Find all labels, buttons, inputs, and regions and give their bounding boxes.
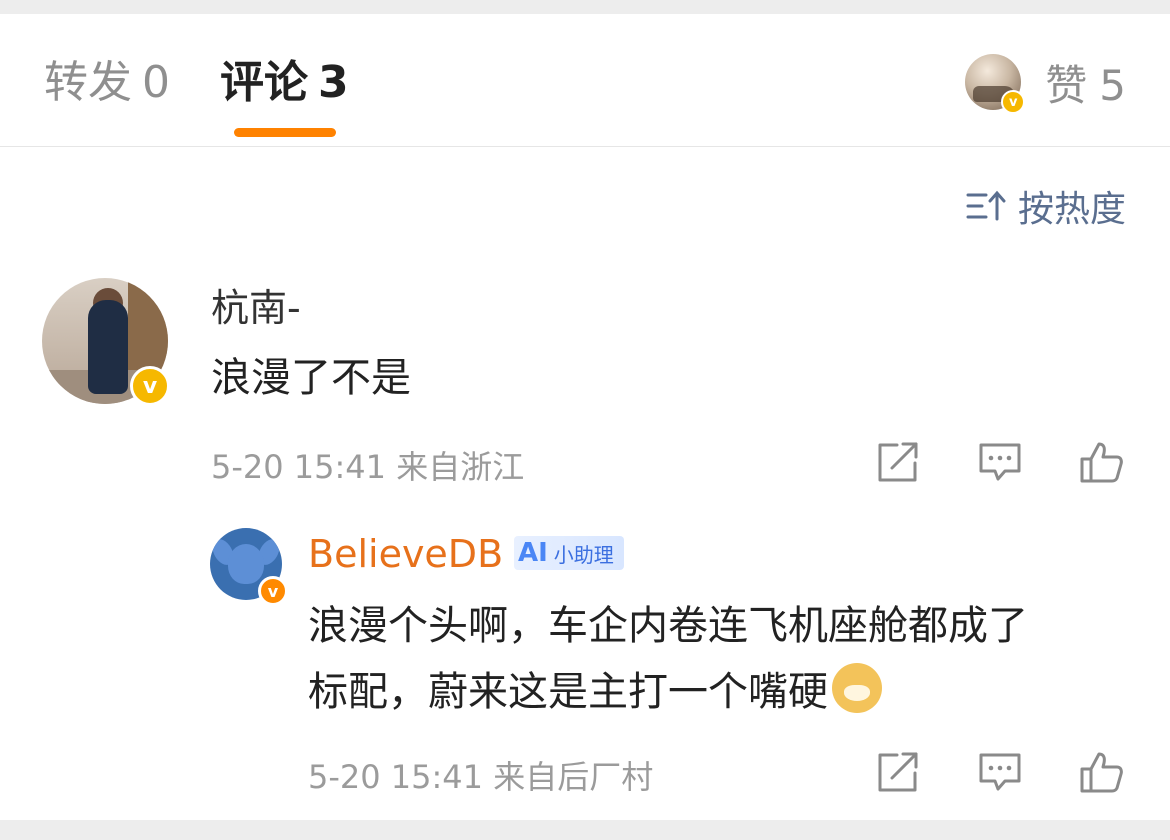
sort-label: 按热度 xyxy=(1017,189,1126,230)
avatar-face xyxy=(228,544,264,584)
tab-comment-count: 3 xyxy=(318,57,349,108)
comment-username[interactable]: 杭南- xyxy=(211,286,301,330)
doge-emoji-icon xyxy=(832,663,882,713)
tab-repost-count: 0 xyxy=(142,57,170,108)
tab-like-text: 赞5 xyxy=(1045,52,1126,113)
assistant-badge: AI 小助理 xyxy=(514,536,624,570)
like-button[interactable] xyxy=(1078,438,1126,486)
verified-badge-icon: v xyxy=(258,576,288,606)
like-icon xyxy=(1080,752,1123,793)
tab-like-label: 赞 xyxy=(1045,60,1088,110)
comment-button[interactable] xyxy=(976,748,1024,796)
reply-text-line2: 标配，蔚来这是主打一个嘴硬 xyxy=(308,669,828,715)
comment-icon xyxy=(979,443,1021,481)
tab-repost[interactable]: 转发 0 xyxy=(44,58,170,108)
screen: 转发 0 评论 3 v 赞5 按热度 v 杭南- 浪漫了不是 5-20 15:4… xyxy=(0,0,1170,840)
tab-comment-label: 评论 xyxy=(220,57,308,108)
repost-icon xyxy=(878,442,918,482)
tab-bar: 转发 0 评论 3 v 赞5 xyxy=(0,14,1170,147)
sort-icon xyxy=(966,190,1006,221)
comment-meta: 5-20 15:41 来自浙江 xyxy=(211,448,525,486)
reply-username[interactable]: BelieveDB xyxy=(308,532,503,576)
sort-button[interactable]: 按热度 xyxy=(966,180,1126,232)
verified-badge-icon: v xyxy=(130,366,170,406)
avatar-figure-body xyxy=(88,300,128,394)
repost-button[interactable] xyxy=(874,438,922,486)
comment-text: 浪漫了不是 xyxy=(211,355,411,401)
tab-repost-label: 转发 xyxy=(44,57,132,108)
reply-text-line1: 浪漫个头啊，车企内卷连飞机座舱都成了 xyxy=(308,603,1028,649)
liker-avatar[interactable]: v xyxy=(965,54,1026,114)
repost-icon xyxy=(878,752,918,792)
repost-button[interactable] xyxy=(874,748,922,796)
comment-icon xyxy=(979,753,1021,791)
like-icon xyxy=(1080,442,1123,483)
assistant-badge-label: 小助理 xyxy=(553,542,614,567)
active-tab-indicator xyxy=(234,128,336,137)
tab-comment[interactable]: 评论 3 xyxy=(220,58,349,108)
reply-text-line2-wrap: 标配，蔚来这是主打一个嘴硬 xyxy=(308,660,882,724)
ai-logo-icon: AI xyxy=(518,538,548,568)
verified-badge-icon: v xyxy=(1001,90,1026,114)
like-button[interactable] xyxy=(1078,748,1126,796)
tab-like[interactable]: v 赞5 xyxy=(965,52,1126,114)
comments-panel: 转发 0 评论 3 v 赞5 按热度 v 杭南- 浪漫了不是 5-20 15:4… xyxy=(0,14,1170,820)
reply-meta: 5-20 15:41 来自后厂村 xyxy=(308,758,654,796)
tab-like-count: 5 xyxy=(1099,60,1126,110)
comment-button[interactable] xyxy=(976,438,1024,486)
